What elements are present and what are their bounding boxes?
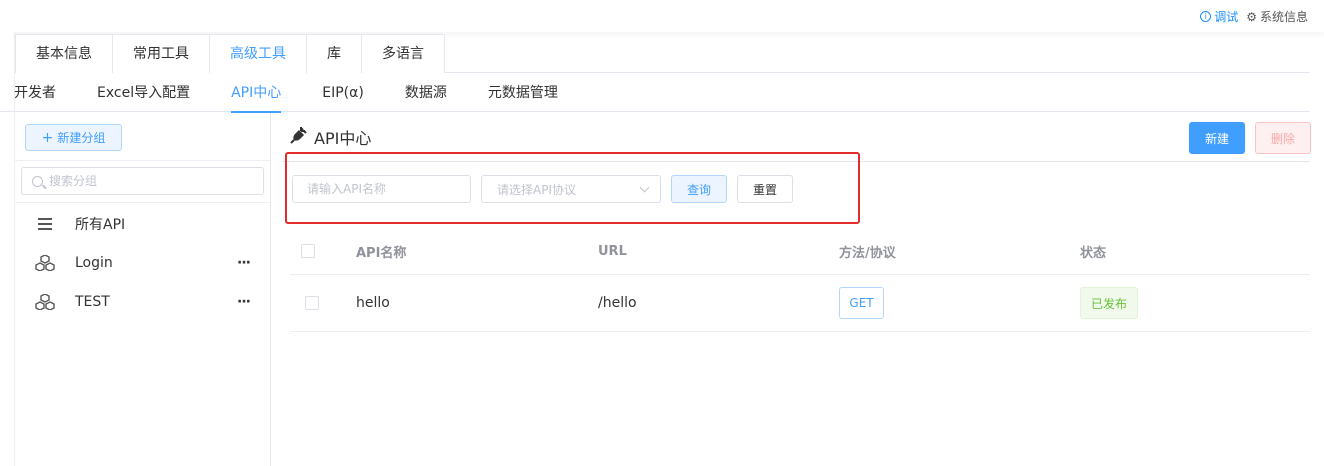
group-item-test[interactable]: TEST ···	[15, 282, 270, 321]
tab-advanced-tools[interactable]: 高级工具	[209, 34, 307, 74]
top-bar-actions: i 调试 ⚙ 系统信息	[1200, 8, 1308, 25]
select-all-cell	[301, 228, 315, 274]
column-header: 方法/协议	[839, 245, 896, 261]
sub-tabs: 开发者 Excel导入配置 API中心 EIP(α) 数据源 元数据管理	[0, 74, 1310, 113]
table-row: hello /hello GET 已发布	[290, 275, 1310, 332]
group-item-all[interactable]: 所有API	[15, 204, 270, 243]
main-tabs: 基本信息 常用工具 高级工具 库 多语言	[15, 34, 1310, 74]
page-title: API中心	[290, 125, 371, 149]
plus-icon: +	[41, 129, 54, 146]
group-label: TEST	[75, 293, 110, 310]
group-item-login[interactable]: Login ···	[15, 243, 270, 282]
subtab-developer[interactable]: 开发者	[14, 74, 56, 112]
group-label: Login	[75, 254, 113, 271]
tab-common-tools[interactable]: 常用工具	[112, 34, 210, 73]
column-header: API名称	[356, 245, 407, 261]
system-info-label: 系统信息	[1259, 10, 1308, 24]
system-info-link[interactable]: ⚙ 系统信息	[1246, 8, 1308, 25]
subtab-metadata[interactable]: 元数据管理	[488, 74, 558, 112]
query-button[interactable]: 查询	[671, 175, 727, 203]
gear-icon: ⚙	[1246, 9, 1257, 24]
new-button[interactable]: 新建	[1189, 122, 1245, 154]
api-url-cell: /hello	[598, 295, 637, 311]
debug-label: 调试	[1214, 10, 1239, 24]
subtab-excel-import[interactable]: Excel导入配置	[97, 74, 190, 112]
list-icon	[34, 217, 56, 230]
column-header: 状态	[1080, 245, 1107, 261]
subtab-eip[interactable]: EIP(α)	[322, 74, 364, 112]
divider	[15, 160, 270, 161]
status-badge: 已发布	[1080, 287, 1138, 319]
tab-basic-info[interactable]: 基本信息	[15, 34, 113, 73]
method-tag: GET	[839, 287, 884, 319]
tab-library[interactable]: 库	[306, 34, 362, 73]
api-table: API名称 URL 方法/协议 状态 hello /hello GET 已发布	[290, 228, 1310, 332]
new-group-label: 新建分组	[57, 131, 106, 145]
api-status-cell: 已发布	[1080, 275, 1138, 331]
cubes-icon	[34, 254, 56, 271]
divider	[15, 202, 270, 203]
top-bar: i 调试 ⚙ 系统信息	[0, 0, 1324, 32]
table-header: API名称 URL 方法/协议 状态	[290, 228, 1310, 275]
new-group-button[interactable]: + 新建分组	[25, 124, 122, 151]
api-protocol-select[interactable]: 请选择API协议	[481, 175, 661, 203]
subtab-datasource[interactable]: 数据源	[405, 74, 447, 112]
row-select-cell	[305, 275, 319, 331]
group-search-input[interactable]	[49, 174, 249, 188]
group-label: 所有API	[75, 216, 126, 233]
cubes-icon	[34, 293, 56, 310]
search-icon	[32, 175, 43, 187]
select-all-checkbox[interactable]	[301, 244, 315, 258]
debug-link[interactable]: i 调试	[1200, 8, 1238, 25]
group-search-box	[21, 167, 264, 195]
tab-multilanguage[interactable]: 多语言	[361, 34, 445, 73]
api-name-input[interactable]	[292, 175, 471, 203]
row-checkbox[interactable]	[305, 296, 319, 310]
more-icon[interactable]: ···	[237, 294, 251, 310]
more-icon[interactable]: ···	[237, 255, 251, 271]
api-name-cell[interactable]: hello	[356, 275, 390, 331]
plug-icon	[290, 126, 308, 148]
delete-button[interactable]: 删除	[1255, 122, 1311, 154]
chevron-down-icon	[639, 182, 650, 193]
page-title-text: API中心	[314, 129, 372, 148]
reset-button[interactable]: 重置	[737, 175, 793, 203]
subtab-api-center[interactable]: API中心	[231, 74, 282, 113]
group-panel: + 新建分组 所有API Login ···	[15, 113, 271, 466]
api-method-cell: GET	[839, 275, 884, 331]
protocol-placeholder: 请选择API协议	[497, 182, 576, 197]
column-header: URL	[598, 243, 627, 259]
info-icon: i	[1200, 11, 1212, 22]
